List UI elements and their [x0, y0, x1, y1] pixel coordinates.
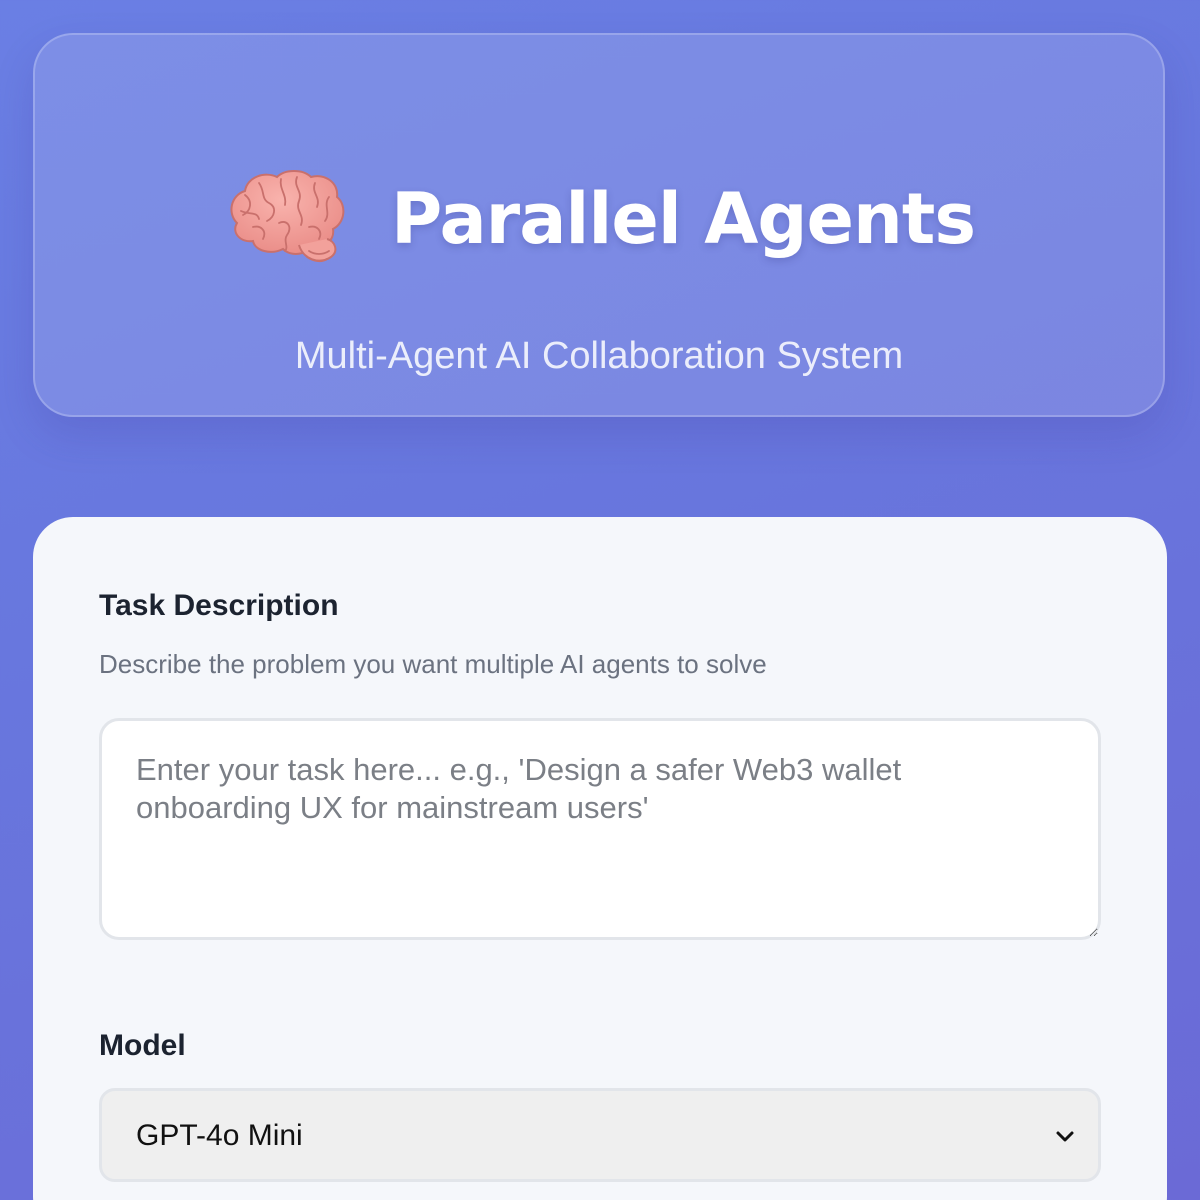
- task-description-helper: Describe the problem you want multiple A…: [99, 649, 767, 679]
- task-form-card: Task Description Describe the problem yo…: [33, 517, 1167, 1200]
- task-description-label: Task Description: [99, 589, 339, 622]
- model-label: Model: [99, 1029, 186, 1062]
- model-select-value: GPT-4o Mini: [136, 1119, 303, 1152]
- task-description-input[interactable]: [99, 718, 1101, 940]
- hero-title-row: Parallel Agents: [35, 167, 1163, 271]
- app-title: Parallel Agents: [391, 178, 976, 260]
- brain-icon: [230, 170, 345, 263]
- hero-header: Parallel Agents Multi-Agent AI Collabora…: [33, 33, 1165, 417]
- app-subtitle: Multi-Agent AI Collaboration System: [294, 335, 904, 377]
- model-select[interactable]: GPT-4o Mini: [99, 1088, 1101, 1182]
- chevron-down-icon: [1056, 1131, 1074, 1142]
